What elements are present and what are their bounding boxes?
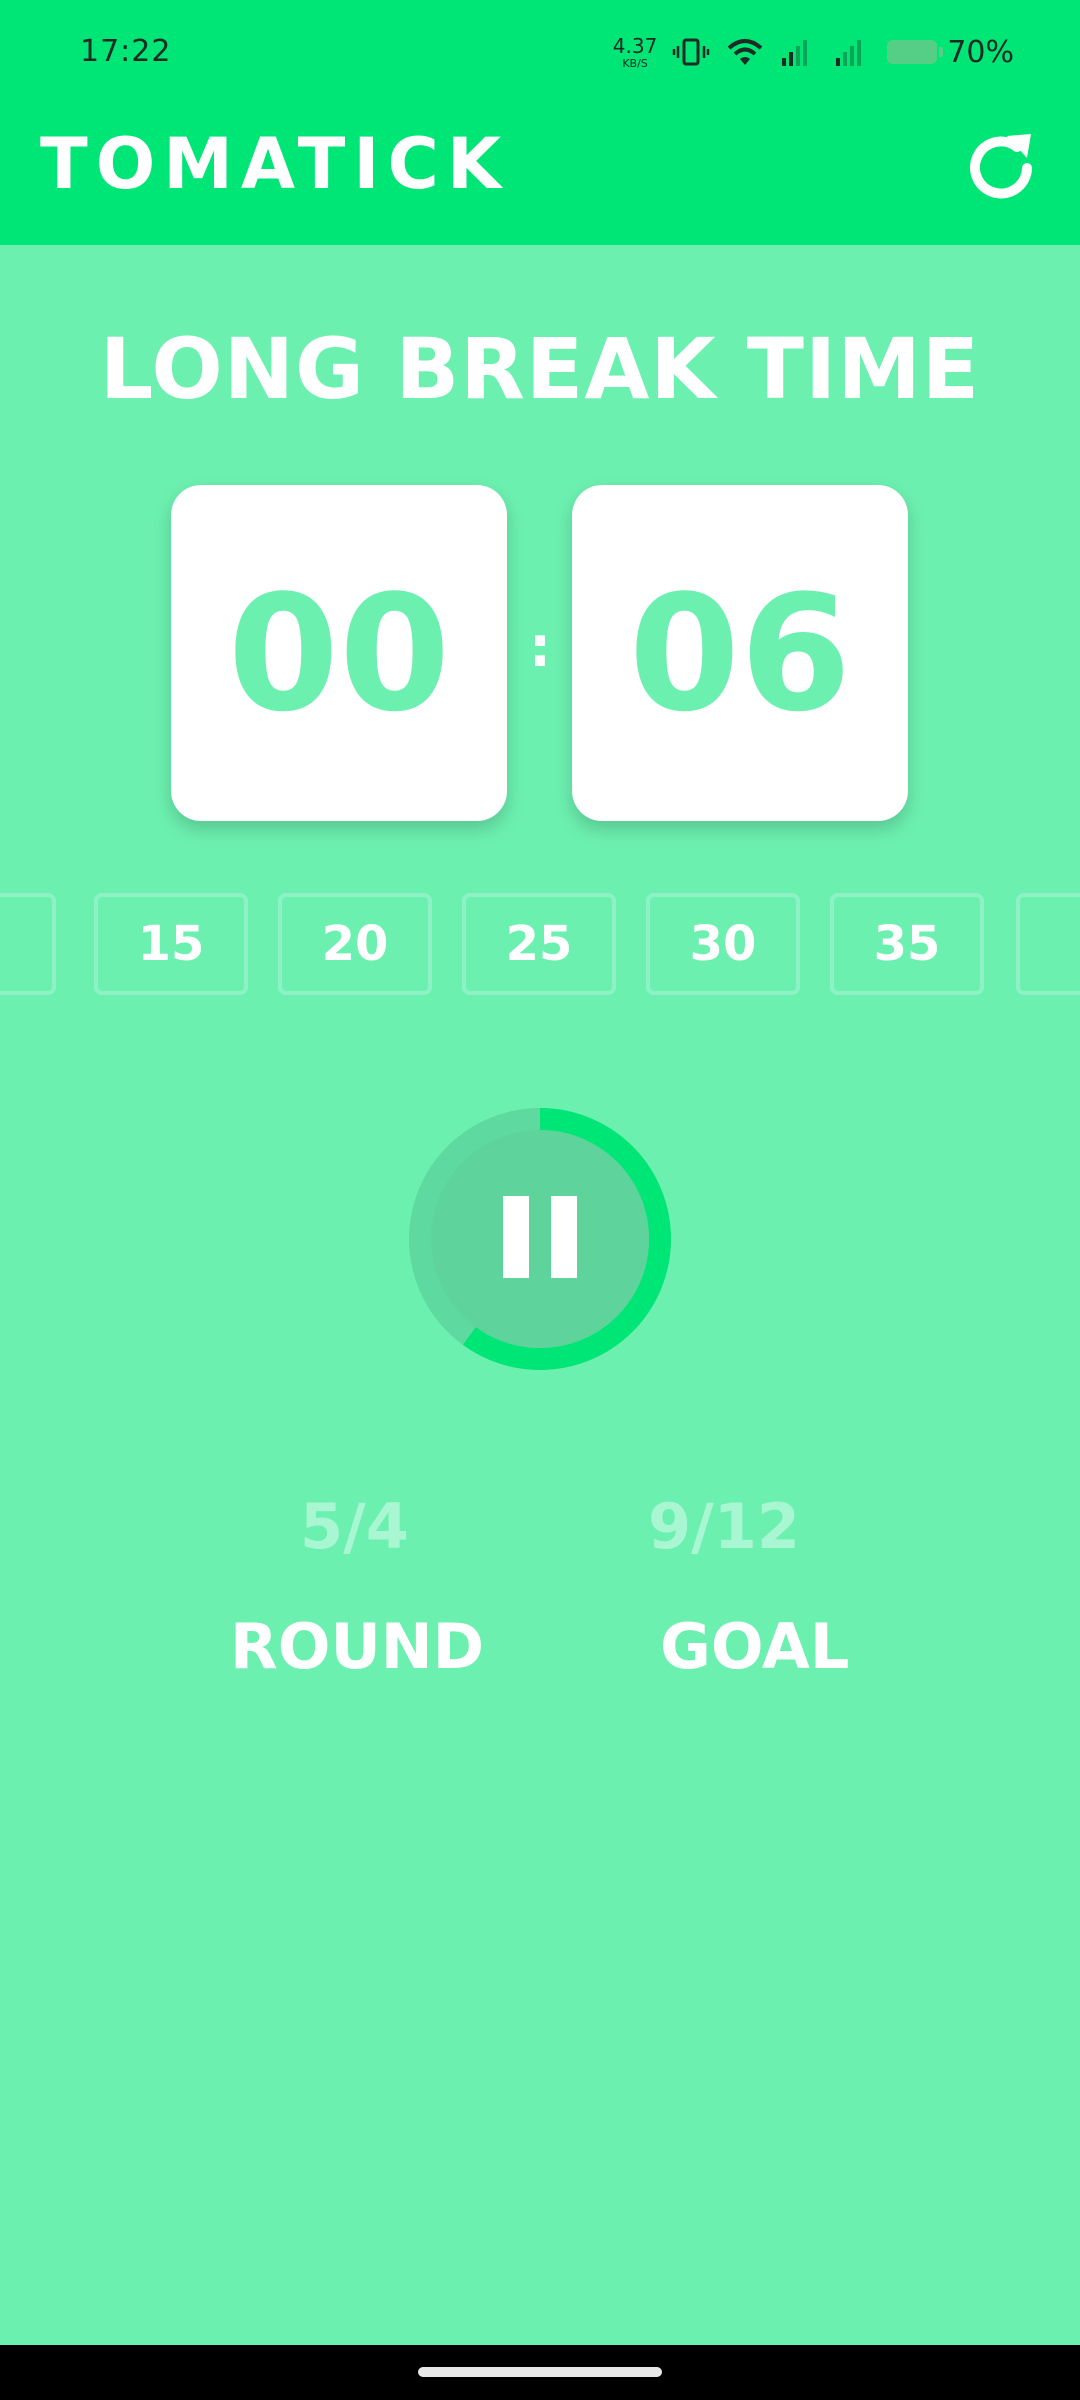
- preset-item[interactable]: 20: [278, 893, 432, 995]
- seconds-card: 06: [572, 485, 908, 821]
- refresh-button[interactable]: [956, 123, 1046, 213]
- round-label: ROUND: [230, 1610, 485, 1683]
- status-time: 17:22: [80, 34, 172, 69]
- time-separator: :: [528, 615, 552, 680]
- preset-partial-right[interactable]: [1016, 893, 1080, 995]
- goal-label: GOAL: [660, 1610, 850, 1683]
- progress-ring: [409, 1108, 671, 1370]
- preset-item[interactable]: 30: [646, 893, 800, 995]
- preset-item[interactable]: 25: [462, 893, 616, 995]
- home-gesture-handle[interactable]: [418, 2367, 662, 2377]
- preset-item[interactable]: 15: [94, 893, 248, 995]
- network-speed: 4.37 KB/S: [613, 36, 658, 69]
- app-title: TOMATICK: [40, 123, 510, 205]
- wifi-icon: [727, 39, 763, 65]
- seconds-value: 06: [628, 559, 852, 747]
- goal-value: 9/12: [648, 1490, 801, 1563]
- signal-icon: [782, 40, 808, 66]
- battery-percent: 70%: [947, 34, 1014, 70]
- refresh-icon: [970, 134, 1032, 199]
- status-icons: 4.37 KB/S 70%: [613, 28, 1014, 76]
- progress-inner: [431, 1130, 649, 1348]
- status-bar: 17:22 4.37 KB/S 70%: [0, 0, 1080, 105]
- navigation-bar: [0, 2345, 1080, 2400]
- battery-icon: [887, 40, 944, 64]
- signal-icon-2: [836, 40, 862, 66]
- preset-item[interactable]: 35: [830, 893, 984, 995]
- vibrate-icon: [673, 38, 710, 66]
- phase-title: LONG BREAK TIME: [99, 320, 981, 418]
- preset-partial-left[interactable]: [0, 893, 56, 995]
- minutes-value: 00: [227, 559, 451, 747]
- battery: 70%: [887, 35, 1014, 70]
- play-pause-button[interactable]: [409, 1108, 671, 1370]
- round-value: 5/4: [300, 1490, 409, 1563]
- network-speed-value: 4.37: [612, 33, 658, 58]
- preset-strip[interactable]: 15 20 25 30 35: [0, 893, 1080, 1001]
- minutes-card: 00: [171, 485, 507, 821]
- app-bar: TOMATICK: [0, 105, 1080, 245]
- network-speed-unit: KB/S: [622, 56, 648, 70]
